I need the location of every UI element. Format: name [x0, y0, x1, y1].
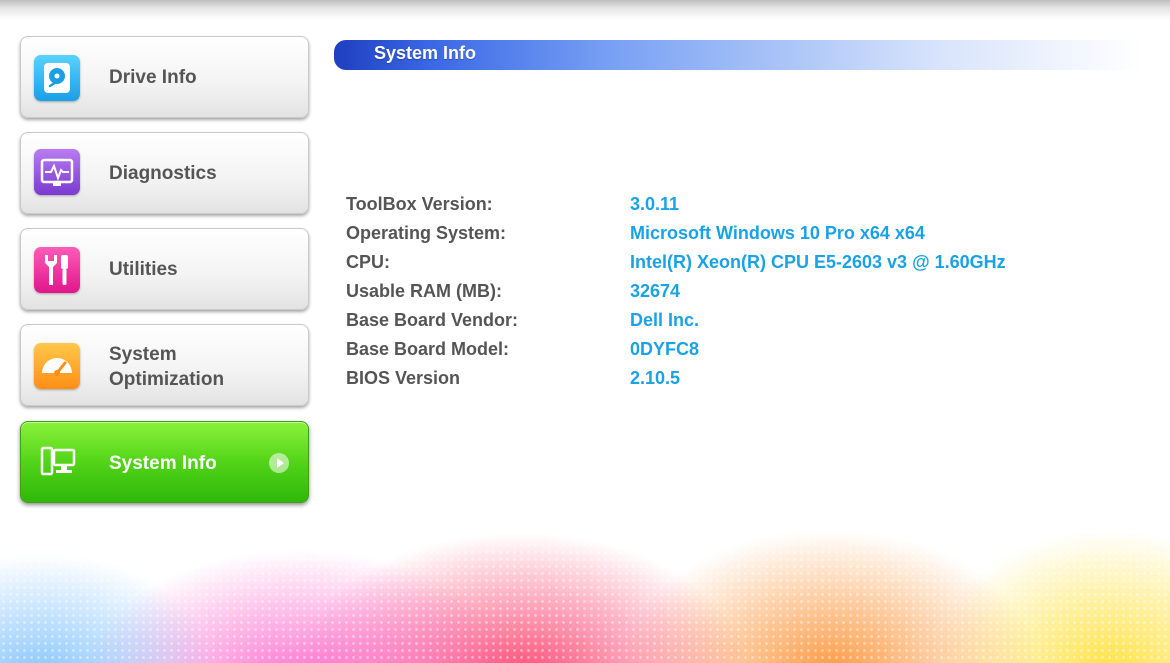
info-value: Dell Inc. [630, 310, 700, 330]
sidebar-item-label-line1: System [109, 344, 177, 365]
sidebar-item-label: System Info [109, 453, 217, 474]
play-arrow-icon [269, 453, 289, 473]
info-value: Intel(R) Xeon(R) CPU E5-2603 v3 @ 1.60GH… [630, 252, 1006, 272]
info-value: Microsoft Windows 10 Pro x64 x64 [630, 223, 925, 243]
info-label: Base Board Model: [346, 339, 510, 359]
sidebar-item-label: Utilities [109, 259, 178, 280]
sidebar-item-label-line2: Optimization [109, 369, 225, 390]
top-shadow [0, 0, 1170, 20]
info-label: Usable RAM (MB): [346, 281, 502, 301]
info-value: 0DYFC8 [630, 339, 700, 359]
sidebar-item-system-optimization[interactable]: System Optimization [20, 324, 309, 406]
info-label: Operating System: [346, 223, 507, 243]
page-title: System Info [374, 43, 477, 63]
tools-icon [34, 247, 80, 293]
sidebar-item-label: Drive Info [109, 67, 197, 88]
info-value: 32674 [630, 281, 681, 301]
info-label: ToolBox Version: [346, 194, 493, 214]
info-label: CPU: [346, 252, 390, 272]
sidebar-item-utilities[interactable]: Utilities [20, 228, 309, 310]
sidebar-item-diagnostics[interactable]: Diagnostics [20, 132, 309, 214]
sidebar-item-system-info[interactable]: System Info [20, 421, 309, 503]
info-value: 2.10.5 [630, 368, 681, 388]
sidebar-item-label: Diagnostics [109, 163, 217, 184]
drive-icon [34, 55, 80, 101]
section-header: System Info [334, 40, 1142, 70]
sidebar-item-drive-info[interactable]: Drive Info [20, 36, 309, 118]
info-value: 3.0.11 [630, 194, 680, 214]
app-window: Drive Info Diagnostics Utilities System … [0, 0, 1170, 663]
info-label: Base Board Vendor: [346, 310, 519, 330]
computer-icon [34, 440, 80, 486]
speedometer-icon [34, 343, 80, 389]
pulse-monitor-icon [34, 149, 80, 195]
info-label: BIOS Version [346, 368, 461, 388]
